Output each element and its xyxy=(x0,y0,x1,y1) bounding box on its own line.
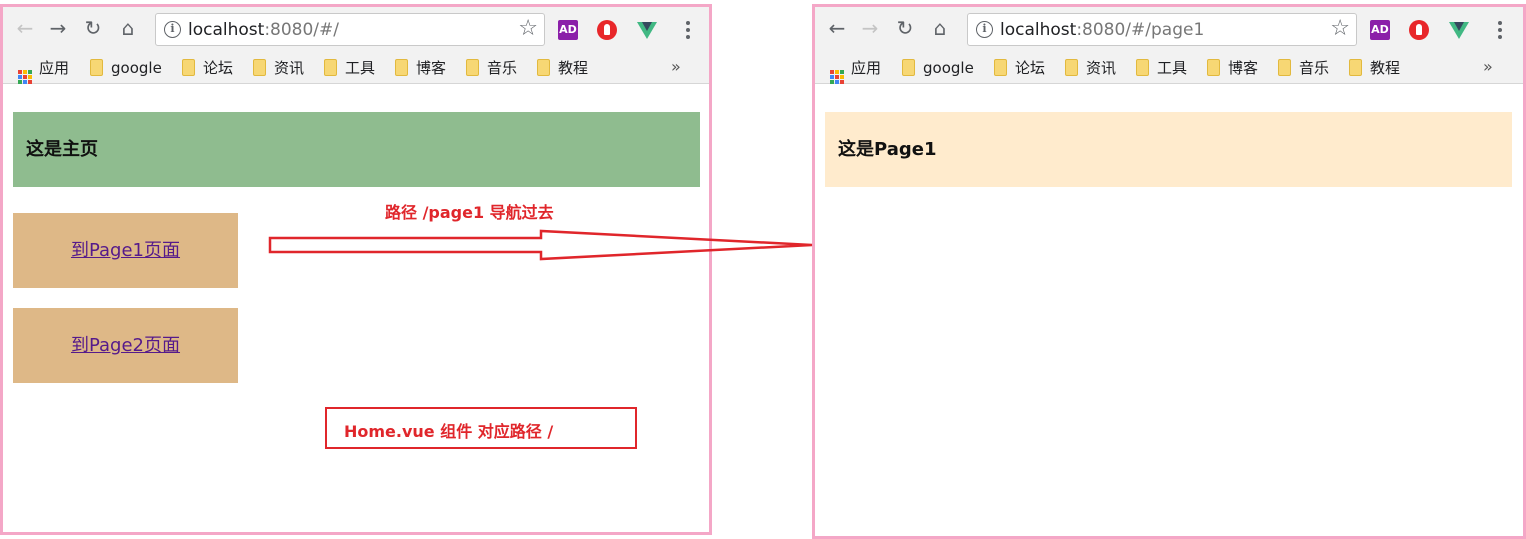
bookmark-folder[interactable]: 工具 xyxy=(1136,57,1187,79)
reload-icon[interactable]: ↻ xyxy=(892,15,918,41)
more-bookmarks-button[interactable]: » xyxy=(671,57,681,76)
navigation-bar: ← → ↻ ⌂ i localhost:8080/#/page1 ☆ AD xyxy=(815,7,1523,51)
adblock-extension-icon[interactable]: AD xyxy=(1370,20,1390,40)
bookmark-folder[interactable]: 博客 xyxy=(395,57,446,79)
component-annotation-box: Home.vue 组件 对应路径 / xyxy=(325,407,637,449)
bookmark-folder[interactable]: 音乐 xyxy=(466,57,517,79)
bookmark-label: 资讯 xyxy=(1086,59,1117,77)
bookmark-label: 博客 xyxy=(1228,59,1259,77)
bookmark-label: 应用 xyxy=(39,59,70,77)
page2-link-box[interactable]: 到Page2页面 xyxy=(13,308,238,383)
bookmark-folder[interactable]: 资讯 xyxy=(253,57,304,79)
bookmark-label: google xyxy=(923,59,974,77)
bookmark-label: 应用 xyxy=(851,59,882,77)
bookmark-folder[interactable]: 工具 xyxy=(324,57,375,79)
url-host: localhost xyxy=(1000,20,1077,40)
address-bar[interactable]: i localhost:8080/#/page1 ☆ xyxy=(967,13,1357,46)
bookmark-star-icon[interactable]: ☆ xyxy=(518,17,538,41)
bookmarks-bar: 应用 google 论坛 资讯 工具 博客 音乐 教程 » xyxy=(815,51,1523,84)
folder-icon xyxy=(1349,59,1362,76)
bookmark-folder[interactable]: 资讯 xyxy=(1065,57,1116,79)
forward-arrow-icon[interactable]: → xyxy=(45,15,71,41)
menu-dots-icon[interactable] xyxy=(1496,19,1504,41)
page1-link-box[interactable]: 到Page1页面 xyxy=(13,213,238,288)
url-text: localhost:8080/#/ xyxy=(188,20,339,40)
stop-hand-extension-icon[interactable] xyxy=(1409,20,1429,40)
info-icon[interactable]: i xyxy=(164,21,181,38)
url-path: :8080/#/ xyxy=(264,20,340,40)
home-icon[interactable]: ⌂ xyxy=(927,15,953,41)
bookmark-label: 资讯 xyxy=(274,59,305,77)
folder-icon xyxy=(90,59,103,76)
bookmark-folder[interactable]: 论坛 xyxy=(994,57,1045,79)
page1-header: 这是Page1 xyxy=(825,112,1512,187)
forward-arrow-icon[interactable]: → xyxy=(857,15,883,41)
bookmark-folder[interactable]: google xyxy=(90,57,162,79)
menu-dots-icon[interactable] xyxy=(684,19,692,41)
browser-chrome: ← → ↻ ⌂ i localhost:8080/#/ ☆ AD 应用 goog… xyxy=(3,7,709,84)
apps-grid-icon xyxy=(18,70,32,84)
more-bookmarks-button[interactable]: » xyxy=(1483,57,1493,76)
bookmark-folder[interactable]: 论坛 xyxy=(182,57,233,79)
folder-icon xyxy=(1065,59,1078,76)
bookmarks-bar: 应用 google 论坛 资讯 工具 博客 音乐 教程 » xyxy=(3,51,709,84)
bookmark-star-icon[interactable]: ☆ xyxy=(1330,17,1350,41)
bookmark-label: 音乐 xyxy=(487,59,518,77)
vue-devtools-icon[interactable] xyxy=(1449,22,1469,39)
browser-window-page1: ← → ↻ ⌂ i localhost:8080/#/page1 ☆ AD 应用… xyxy=(812,4,1526,539)
navigation-bar: ← → ↻ ⌂ i localhost:8080/#/ ☆ AD xyxy=(3,7,709,51)
folder-icon xyxy=(537,59,550,76)
stop-hand-extension-icon[interactable] xyxy=(597,20,617,40)
folder-icon xyxy=(994,59,1007,76)
arrow-annotation-label: 路径 /page1 导航过去 xyxy=(385,203,554,222)
apps-grid-icon xyxy=(830,70,844,84)
back-arrow-icon[interactable]: ← xyxy=(12,15,38,41)
stage: ← → ↻ ⌂ i localhost:8080/#/ ☆ AD 应用 goog… xyxy=(0,0,1526,539)
reload-icon[interactable]: ↻ xyxy=(80,15,106,41)
page1-link[interactable]: 到Page1页面 xyxy=(71,240,180,261)
folder-icon xyxy=(1136,59,1149,76)
address-bar[interactable]: i localhost:8080/#/ ☆ xyxy=(155,13,545,46)
folder-icon xyxy=(324,59,337,76)
bookmark-label: 音乐 xyxy=(1299,59,1330,77)
folder-icon xyxy=(466,59,479,76)
folder-icon xyxy=(902,59,915,76)
page-content: 这是主页 到Page1页面 到Page2页面 xyxy=(3,84,709,532)
bookmark-folder[interactable]: google xyxy=(902,57,974,79)
bookmark-folder[interactable]: 教程 xyxy=(537,57,588,79)
bookmark-apps[interactable]: 应用 xyxy=(18,57,70,84)
home-header: 这是主页 xyxy=(13,112,700,187)
back-arrow-icon[interactable]: ← xyxy=(824,15,850,41)
bookmark-label: 论坛 xyxy=(203,59,234,77)
bookmark-label: 工具 xyxy=(345,59,376,77)
folder-icon xyxy=(253,59,266,76)
url-host: localhost xyxy=(188,20,265,40)
url-path: :8080/#/page1 xyxy=(1076,20,1205,40)
bookmark-folder[interactable]: 音乐 xyxy=(1278,57,1329,79)
bookmark-label: 工具 xyxy=(1157,59,1188,77)
info-icon[interactable]: i xyxy=(976,21,993,38)
home-icon[interactable]: ⌂ xyxy=(115,15,141,41)
adblock-extension-icon[interactable]: AD xyxy=(558,20,578,40)
folder-icon xyxy=(1278,59,1291,76)
url-text: localhost:8080/#/page1 xyxy=(1000,20,1204,40)
bookmark-label: 论坛 xyxy=(1015,59,1046,77)
folder-icon xyxy=(395,59,408,76)
bookmark-folder[interactable]: 教程 xyxy=(1349,57,1400,79)
component-annotation-label: Home.vue 组件 对应路径 / xyxy=(344,422,554,441)
bookmark-folder[interactable]: 博客 xyxy=(1207,57,1258,79)
folder-icon xyxy=(182,59,195,76)
page2-link[interactable]: 到Page2页面 xyxy=(71,335,180,356)
folder-icon xyxy=(1207,59,1220,76)
bookmark-label: 教程 xyxy=(558,59,589,77)
bookmark-label: 博客 xyxy=(416,59,447,77)
vue-devtools-icon[interactable] xyxy=(637,22,657,39)
bookmark-apps[interactable]: 应用 xyxy=(830,57,882,84)
bookmark-label: google xyxy=(111,59,162,77)
browser-chrome: ← → ↻ ⌂ i localhost:8080/#/page1 ☆ AD 应用… xyxy=(815,7,1523,84)
bookmark-label: 教程 xyxy=(1370,59,1401,77)
browser-window-home: ← → ↻ ⌂ i localhost:8080/#/ ☆ AD 应用 goog… xyxy=(0,4,712,535)
page-content: 这是Page1 xyxy=(815,84,1523,536)
